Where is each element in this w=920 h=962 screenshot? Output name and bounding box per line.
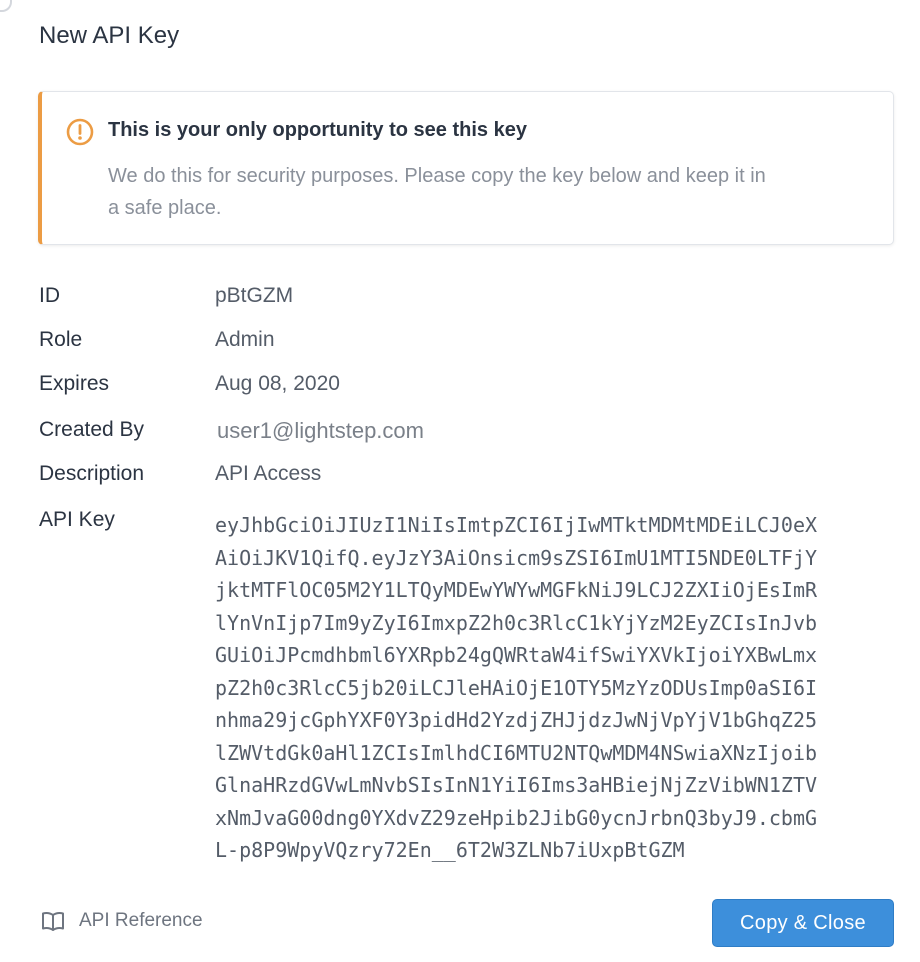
created-by-value: user1@lightstep.com bbox=[217, 418, 424, 443]
role-value: Admin bbox=[215, 328, 275, 351]
api-reference-label: API Reference bbox=[79, 910, 203, 931]
expires-value: Aug 08, 2020 bbox=[215, 372, 340, 395]
api-key-line: pZ2h0c3RlcC5jb20iLCJleHAiOjE1OTY5MzYzODU… bbox=[215, 675, 818, 700]
api-key-line: lZWVtdGk0aHl1ZCIsImlhdCI6MTU2NTQwMDM4NSw… bbox=[215, 740, 818, 765]
api-key-line: lYnVnIjp7Im9yZyI6ImxpZ2h0c3RlcC1kYjYzM2E… bbox=[215, 610, 818, 635]
api-key-line: GlnaHRzdGVwLmNvbSIsInN1YiI6Ims3aHBiejNjZ… bbox=[215, 773, 818, 797]
api-key-line: xNmJvaG00dng0YXdvZ29zeHpib2JibG0ycnJrbnQ… bbox=[215, 805, 818, 830]
api-reference-link[interactable]: API Reference bbox=[41, 909, 203, 933]
alert-circle-icon bbox=[66, 118, 94, 146]
window-corner bbox=[0, 0, 12, 12]
expires-label: Expires bbox=[39, 372, 110, 395]
description-label: Description bbox=[39, 462, 145, 485]
api-key-value[interactable]: eyJhbGciOiJIUzI1NiIsImtpZCI6IjIwMTktMDMt… bbox=[215, 509, 895, 867]
dialog-title: New API Key bbox=[39, 22, 180, 49]
copy-and-close-button[interactable]: Copy & Close bbox=[712, 899, 894, 947]
id-value: pBtGZM bbox=[215, 284, 294, 307]
api-key-line: AiOiJKV1QifQ.eyJzY3AiOnsicm9sZSI6ImU1MTI… bbox=[215, 545, 818, 570]
api-key-line: nhma29jcGphYXF0Y3pidHd2YzdjZHJjdzJwNjVpY… bbox=[215, 708, 818, 732]
warning-title: This is your only opportunity to see thi… bbox=[108, 119, 527, 141]
warning-message: We do this for security purposes. Please… bbox=[108, 165, 766, 219]
security-warning-banner: This is your only opportunity to see thi… bbox=[38, 91, 894, 245]
book-icon bbox=[42, 912, 64, 931]
description-value: API Access bbox=[215, 462, 322, 485]
api-key-line: GUiOiJPcmdhbml6YXRpb24gQWRtaW4ifSwiYXVkI… bbox=[215, 643, 818, 667]
created-by-label: Created By bbox=[39, 418, 145, 441]
api-key-line: eyJhbGciOiJIUzI1NiIsImtpZCI6IjIwMTktMDMt… bbox=[215, 513, 818, 537]
api-key-label: API Key bbox=[39, 508, 115, 531]
id-label: ID bbox=[39, 284, 60, 307]
api-key-line: L-p8P9WpyVQzry72En__6T2W3ZLNb7iUxpBtGZM bbox=[215, 838, 685, 862]
api-key-line: jktMTFlOC05M2Y1LTQyMDEwYWYwMGFkNiJ9LCJ2Z… bbox=[215, 578, 818, 602]
role-label: Role bbox=[39, 328, 83, 351]
